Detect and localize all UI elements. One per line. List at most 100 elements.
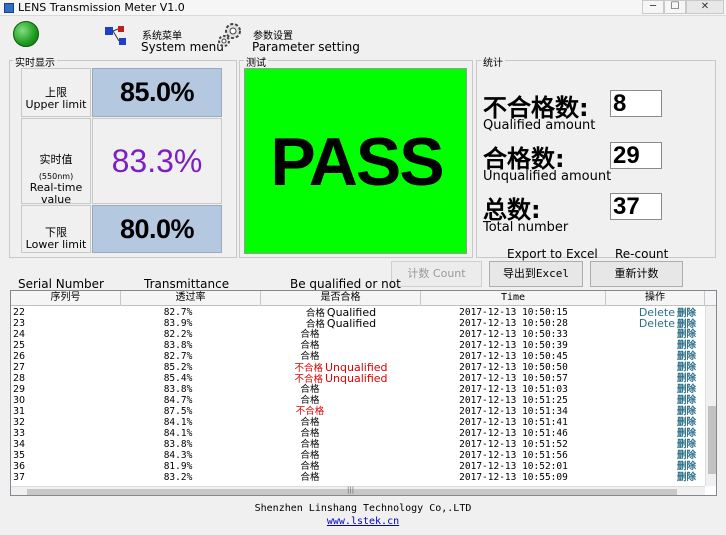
delete-label-cn[interactable]: 删除 <box>677 362 696 373</box>
time-cell: 2017-12-13 10:50:50 <box>459 362 568 373</box>
serial-cell: 26 <box>13 351 26 362</box>
delete-button[interactable]: 删除 <box>608 362 704 373</box>
delete-button[interactable]: 删除 <box>608 472 704 483</box>
export-caption: Export to Excel <box>507 247 598 261</box>
table-row[interactable]: 33 84.1% 合格 2017-12-13 10:51:46 删除 <box>11 428 705 439</box>
transmittance-cell: 85.2% <box>163 362 193 373</box>
delete-label-cn[interactable]: 删除 <box>677 406 696 417</box>
table-row[interactable]: 29 83.8% 合格 2017-12-13 10:51:03 删除 <box>11 384 705 395</box>
transmittance-cell: 82.2% <box>163 329 193 340</box>
qualified-cell: 不合格 <box>261 406 421 417</box>
table-row[interactable]: 30 84.7% 合格 2017-12-13 10:51:25 删除 <box>11 395 705 406</box>
delete-label-cn[interactable]: 删除 <box>677 417 696 428</box>
delete-button[interactable]: 删除 <box>608 439 704 450</box>
delete-button[interactable]: 删除 <box>608 417 704 428</box>
delete-label-cn[interactable]: 删除 <box>677 395 696 406</box>
lower-limit-label-cell: 下限 Lower limit <box>21 205 91 253</box>
vertical-scrollbar[interactable] <box>705 306 716 486</box>
qualified-cell: 合格 <box>261 472 421 483</box>
table-header: 序列号 透过率 是否合格 Time 操作 <box>11 291 716 306</box>
delete-button[interactable]: 删除 <box>608 329 704 340</box>
minimize-button[interactable]: ─ <box>642 0 664 14</box>
count-button[interactable]: 计数 Count <box>391 261 482 287</box>
time-cell: 2017-12-13 10:50:15 <box>459 307 568 318</box>
horizontal-scroll-thumb[interactable]: ||| <box>27 486 677 495</box>
transmittance-cell: 84.7% <box>163 395 193 406</box>
delete-button[interactable]: 删除 <box>608 461 704 472</box>
table-row[interactable]: 35 84.3% 合格 2017-12-13 10:51:56 删除 <box>11 450 705 461</box>
status-light-icon <box>13 21 39 47</box>
realtime-cn: 实时值 <box>39 153 73 166</box>
delete-label-cn[interactable]: 删除 <box>677 439 696 450</box>
time-cell: 2017-12-13 10:55:09 <box>459 472 568 483</box>
qualified-status-cn: 合格 <box>300 417 320 428</box>
close-button[interactable]: ✕ <box>686 0 724 14</box>
system-menu-icon[interactable] <box>104 25 130 51</box>
table-row[interactable]: 34 83.8% 合格 2017-12-13 10:51:52 删除 <box>11 439 705 450</box>
horizontal-scrollbar[interactable]: ||| <box>11 486 705 495</box>
table-row[interactable]: 36 81.9% 合格 2017-12-13 10:52:01 删除 <box>11 461 705 472</box>
transmittance-cell: 82.7% <box>163 351 193 362</box>
app-icon <box>4 3 14 13</box>
transmittance-cell: 81.9% <box>163 461 193 472</box>
unqualified-count-en: Qualified amount <box>483 118 596 133</box>
serial-cell: 27 <box>13 362 26 373</box>
time-cell: 2017-12-13 10:50:28 <box>459 318 568 329</box>
recount-button[interactable]: 重新计数 <box>590 261 683 287</box>
delete-button[interactable]: 删除 <box>608 340 704 351</box>
column-header-transmittance[interactable]: 透过率 <box>121 291 261 306</box>
qualified-cell: 合格 <box>261 461 421 472</box>
realtime-en: Real-time value <box>29 181 83 206</box>
column-header-serial[interactable]: 序列号 <box>11 291 121 306</box>
time-cell: 2017-12-13 10:52:01 <box>459 461 568 472</box>
table-row[interactable]: 32 84.1% 合格 2017-12-13 10:51:41 删除 <box>11 417 705 428</box>
table-row[interactable]: 31 87.5% 不合格 2017-12-13 10:51:34 删除 <box>11 406 705 417</box>
table-row[interactable]: 25 83.8% 合格 2017-12-13 10:50:39 删除 <box>11 340 705 351</box>
table-row[interactable]: 28 85.4% 不合格 Unqualified 2017-12-13 10:50:57… <box>11 373 705 385</box>
records-table[interactable]: 序列号 透过率 是否合格 Time 操作 22 82.7% 合格 Qualified 2… <box>10 290 717 496</box>
vertical-scroll-thumb[interactable] <box>708 406 716 474</box>
time-cell: 2017-12-13 10:51:25 <box>459 395 568 406</box>
time-cell: 2017-12-13 10:51:41 <box>459 417 568 428</box>
qualified-status-cn: 合格 <box>300 351 320 362</box>
export-excel-button[interactable]: 导出到Excel <box>489 261 583 287</box>
lower-limit-en: Lower limit <box>25 238 87 251</box>
delete-label-cn[interactable]: 删除 <box>677 373 696 384</box>
delete-label-cn[interactable]: 删除 <box>677 340 696 351</box>
table-row[interactable]: 23 83.9% 合格 Qualified 2017-12-13 10:50:28 Del… <box>11 318 705 330</box>
delete-label-cn[interactable]: 删除 <box>677 329 696 340</box>
transmittance-cell: 87.5% <box>163 406 193 417</box>
window-title: LENS Transmission Meter V1.0 <box>18 1 185 14</box>
delete-button[interactable]: 删除 <box>608 351 704 362</box>
delete-button[interactable]: 删除 <box>608 395 704 406</box>
delete-label-cn[interactable]: 删除 <box>677 472 696 483</box>
column-header-operation[interactable]: 操作 <box>606 291 705 306</box>
param-setting-en[interactable]: Parameter setting <box>252 40 360 54</box>
table-row[interactable]: 24 82.2% 合格 2017-12-13 10:50:33 删除 <box>11 329 705 340</box>
delete-button[interactable]: 删除 <box>608 373 704 384</box>
column-header-qualified[interactable]: 是否合格 <box>261 291 421 306</box>
company-url-link[interactable]: www.lstek.cn <box>0 516 726 527</box>
unqualified-count-value: 8 <box>610 90 662 117</box>
gear-icon[interactable] <box>216 21 242 47</box>
maximize-button[interactable]: ☐ <box>664 0 686 14</box>
system-menu-en[interactable]: System menu <box>141 40 224 54</box>
delete-button[interactable]: 删除 <box>608 384 704 395</box>
delete-label-cn[interactable]: 删除 <box>677 428 696 439</box>
column-header-time[interactable]: Time <box>421 291 606 306</box>
serial-cell: 35 <box>13 450 26 461</box>
qualified-cell: 合格 <box>261 450 421 461</box>
qualified-cell: 合格 <box>261 340 421 351</box>
delete-label-cn[interactable]: 删除 <box>677 461 696 472</box>
delete-label-cn[interactable]: 删除 <box>677 450 696 461</box>
delete-label-cn[interactable]: 删除 <box>677 384 696 395</box>
delete-label-cn[interactable]: 删除 <box>677 351 696 362</box>
table-body: 22 82.7% 合格 Qualified 2017-12-13 10:50:15 Del… <box>11 307 705 485</box>
serial-cell: 28 <box>13 373 26 384</box>
qualified-status-cn: 不合格 <box>295 406 325 417</box>
delete-button[interactable]: Delete 删除 <box>608 318 704 330</box>
delete-button[interactable]: 删除 <box>608 406 704 417</box>
table-row[interactable]: 37 83.2% 合格 2017-12-13 10:55:09 删除 <box>11 472 705 483</box>
delete-button[interactable]: 删除 <box>608 428 704 439</box>
delete-button[interactable]: 删除 <box>608 450 704 461</box>
